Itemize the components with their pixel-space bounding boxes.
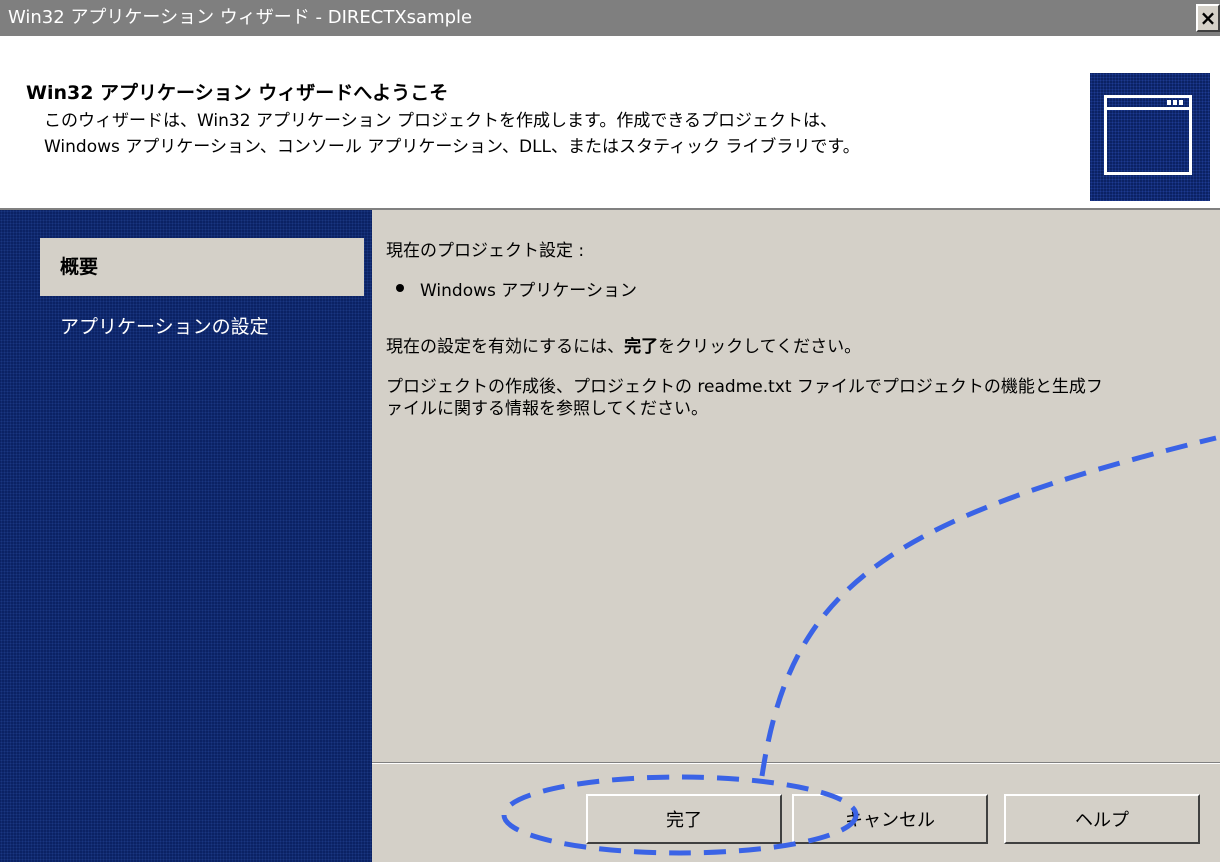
- wizard-header: Win32 アプリケーション ウィザードへようこそ このウィザードは、Win32…: [0, 36, 1220, 210]
- settings-list-item: Windows アプリケーション: [396, 276, 637, 301]
- close-button[interactable]: ×: [1196, 4, 1220, 32]
- wizard-welcome-title: Win32 アプリケーション ウィザードへようこそ: [26, 82, 449, 104]
- current-settings-heading: 現在のプロジェクト設定 :: [386, 241, 585, 261]
- instruction-finish-word: 完了: [624, 337, 659, 357]
- finish-instruction: 現在の設定を有効にするには、完了をクリックしてください。: [386, 332, 861, 357]
- wizard-description-line: Windows アプリケーション、コンソール アプリケーション、DLL、またはス…: [44, 137, 860, 157]
- wizard-sidebar: 概要 アプリケーションの設定: [0, 210, 372, 862]
- window-title: Win32 アプリケーション ウィザード - DIRECTXsample: [8, 7, 473, 28]
- close-icon: ×: [1199, 6, 1217, 30]
- cancel-button[interactable]: キャンセル: [792, 794, 988, 844]
- instruction-prefix: 現在の設定を有効にするには、: [386, 337, 625, 357]
- window-frame-shape: [1104, 95, 1192, 175]
- application-window-icon: [1090, 73, 1210, 201]
- win32-application-wizard-dialog: Win32 アプリケーション ウィザード - DIRECTXsample × W…: [0, 0, 1220, 862]
- help-button[interactable]: ヘルプ: [1004, 794, 1200, 844]
- finish-button[interactable]: 完了: [586, 794, 782, 844]
- window-buttons-shape: [1167, 100, 1185, 105]
- readme-info: プロジェクトの作成後、プロジェクトの readme.txt ファイルでプロジェク…: [386, 376, 1103, 420]
- wizard-description-line: このウィザードは、Win32 アプリケーション プロジェクトを作成します。作成で…: [44, 111, 837, 131]
- wizard-content: 現在のプロジェクト設定 : Windows アプリケーション 現在の設定を有効に…: [372, 210, 1220, 762]
- readme-info-line: プロジェクトの作成後、プロジェクトの readme.txt ファイルでプロジェク…: [386, 377, 1103, 397]
- window-caption-shape: [1107, 98, 1189, 110]
- button-separator: [372, 762, 1220, 764]
- readme-info-line: ァイルに関する情報を参照してください。: [386, 399, 708, 419]
- instruction-suffix: をクリックしてください。: [658, 337, 862, 357]
- sidebar-item-application-settings[interactable]: アプリケーションの設定: [40, 298, 364, 356]
- title-bar[interactable]: Win32 アプリケーション ウィザード - DIRECTXsample ×: [0, 0, 1220, 36]
- wizard-description: このウィザードは、Win32 アプリケーション プロジェクトを作成します。作成で…: [44, 108, 860, 160]
- sidebar-item-overview[interactable]: 概要: [40, 238, 364, 296]
